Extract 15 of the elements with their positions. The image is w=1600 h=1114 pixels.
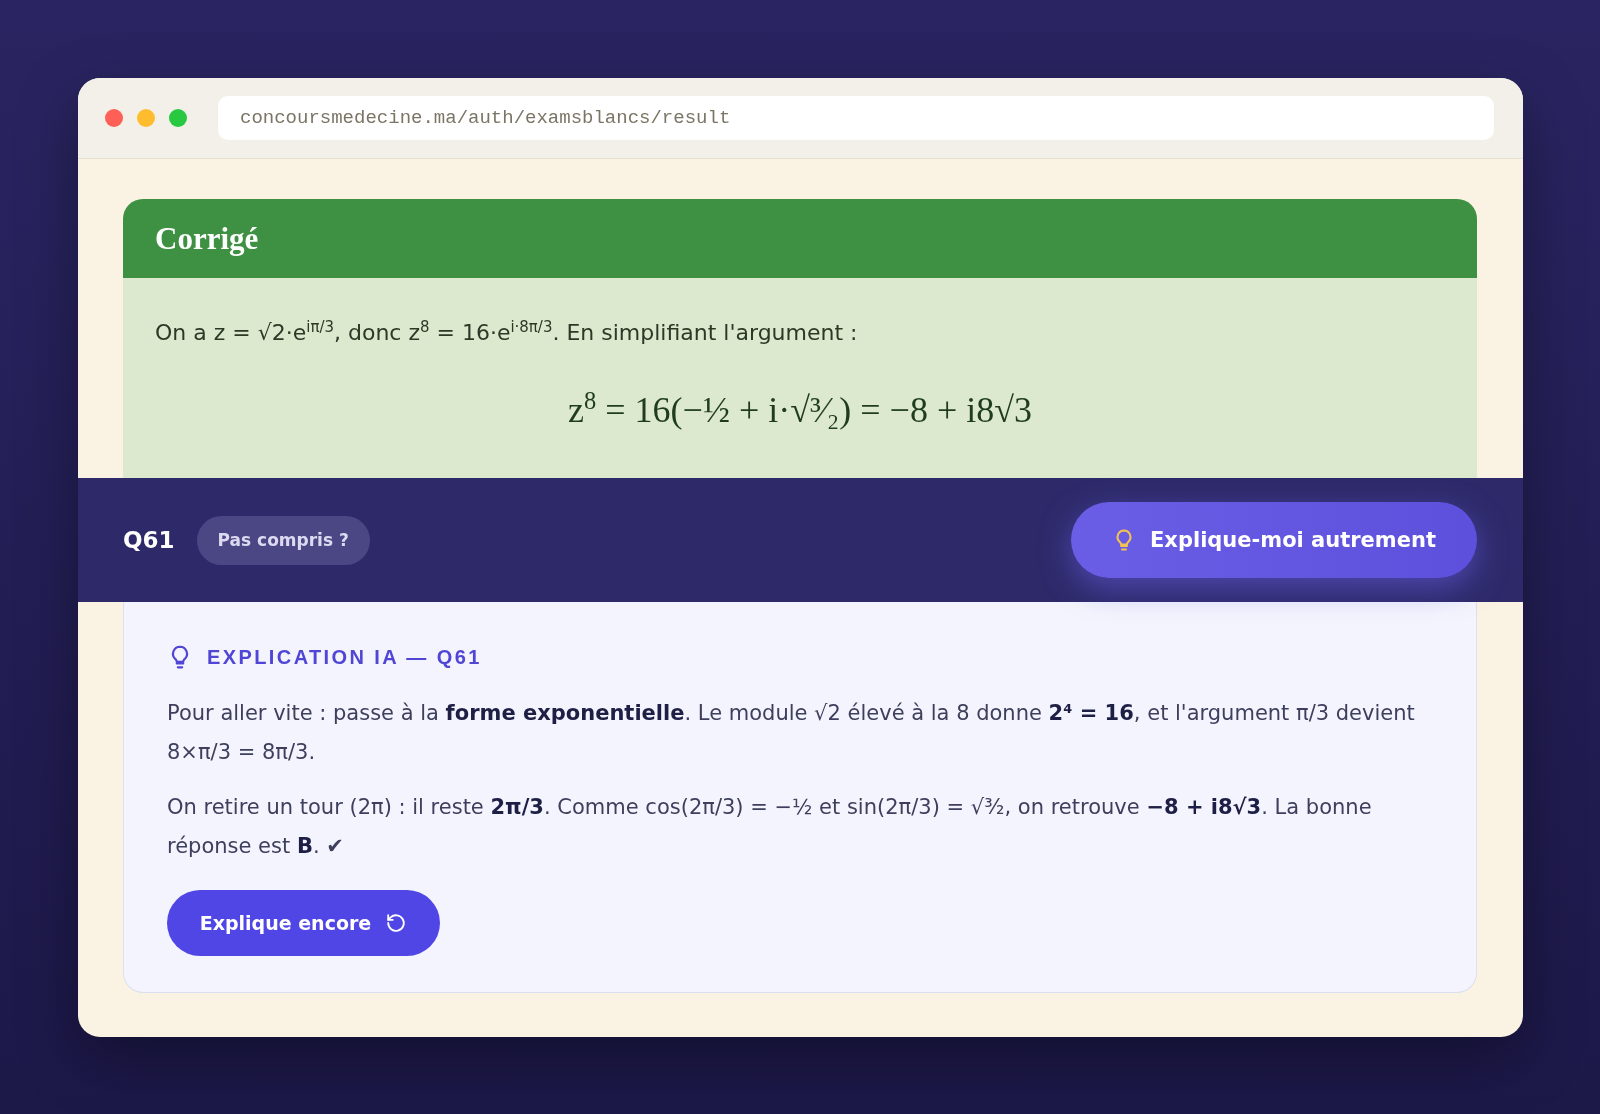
question-number: Q61 xyxy=(123,527,175,553)
card-title: Corrigé xyxy=(155,220,259,257)
address-field[interactable]: concoursmedecine.ma/auth/examsblancs/result xyxy=(218,96,1494,140)
explain-differently-button[interactable]: Explique-moi autrement xyxy=(1071,502,1477,578)
explanation-paragraph: On retire un tour (2π) : il reste 2π/3. Comme cos(2π/3) = −½ et sin(2π/3) = √³⁄₂, on retrouve −8 + i8√3. La bonne réponse est B. ✔ xyxy=(167,794,1373,860)
window-minimize-icon[interactable] xyxy=(137,109,155,127)
explain-again-button[interactable]: Explique encore xyxy=(167,890,440,956)
not-understood-button[interactable]: Pas compris ? xyxy=(196,515,370,565)
math-formula: z$^{8}$ = 16(−½ + i·√³⁄₂) = −8 + i8√3 xyxy=(568,388,1032,432)
refresh-icon xyxy=(385,912,408,934)
window-close-icon[interactable] xyxy=(105,109,123,127)
explanation-heading: EXPLICATION IA — Q61 xyxy=(207,645,482,669)
explanation-paragraph: Pour aller vite : passe à la forme exponentielle. Le module √2 élevé à la 8 donne 2⁴ = 16, et l'argument π/3 devient 8×π/3 = 8π/3. xyxy=(167,700,1416,766)
window-zoom-icon[interactable] xyxy=(169,109,187,127)
solution-text: On a z = √2·e$^{iπ/3}$, donc z$^{8}$ = 16·e$^{i·8π/3}$. En simplifiant l'argument : xyxy=(155,318,858,347)
